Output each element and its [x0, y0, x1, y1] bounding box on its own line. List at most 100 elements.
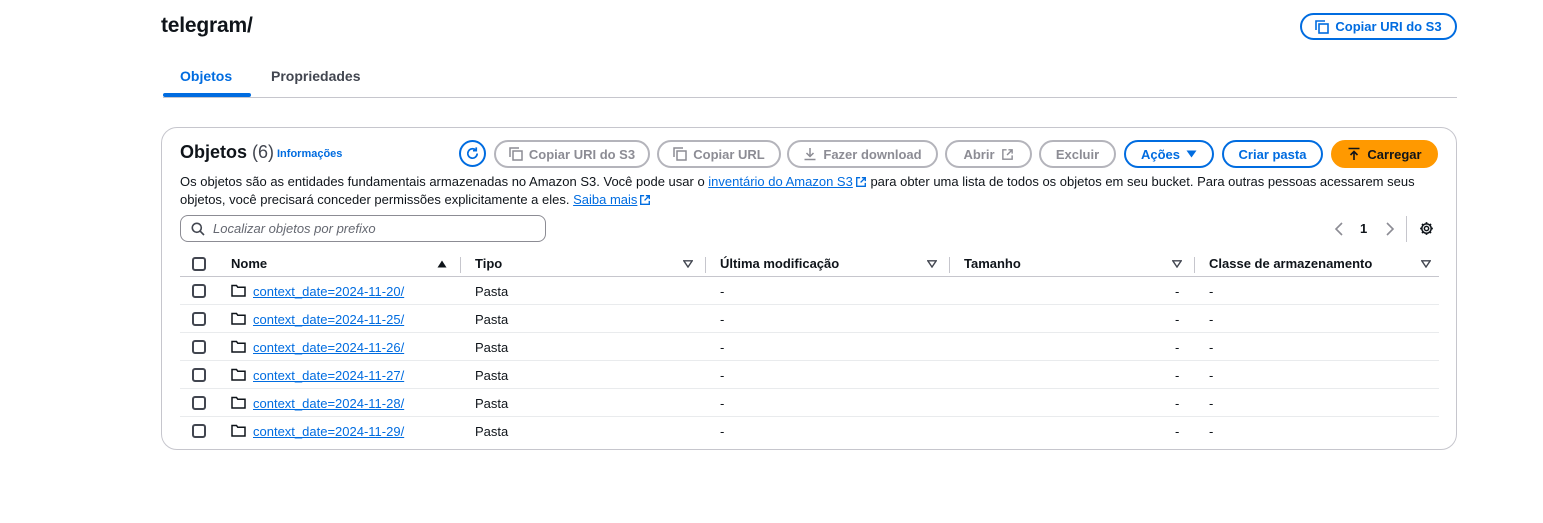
objects-panel-title: Objetos (6)	[180, 142, 274, 163]
object-size: -	[1175, 424, 1180, 439]
copy-uri-button[interactable]: Copiar URI do S3	[494, 140, 650, 168]
object-size: -	[1175, 396, 1180, 411]
object-name-link[interactable]: context_date=2024-11-25/	[253, 312, 404, 327]
tab-bar: Objetos Propriedades	[163, 62, 1457, 98]
row-checkbox[interactable]	[192, 284, 206, 298]
column-header-storage-class[interactable]: Classe de armazenamento	[1209, 256, 1372, 271]
download-icon	[804, 148, 816, 161]
object-type: Pasta	[475, 284, 509, 299]
table-header: Nome Tipo Última modificação Tamanho Cla…	[180, 253, 1439, 277]
settings-gear-icon[interactable]	[1419, 221, 1434, 236]
copy-url-label: Copiar URL	[693, 146, 765, 162]
object-size: -	[1175, 340, 1180, 355]
row-checkbox[interactable]	[192, 424, 206, 438]
tab-properties[interactable]: Propriedades	[271, 62, 360, 97]
sort-descending-icon[interactable]	[1421, 260, 1431, 268]
column-header-size[interactable]: Tamanho	[964, 256, 1021, 271]
upload-button[interactable]: Carregar	[1331, 140, 1438, 168]
copy-uri-label: Copiar URI do S3	[528, 146, 636, 162]
object-last-modified: -	[720, 368, 725, 383]
row-checkbox[interactable]	[192, 340, 206, 354]
page-title: telegram/	[161, 14, 253, 37]
row-checkbox[interactable]	[192, 368, 206, 382]
object-storage-class: -	[1209, 368, 1214, 383]
object-storage-class: -	[1209, 340, 1214, 355]
info-link[interactable]: Informações	[277, 148, 342, 160]
actions-dropdown[interactable]: Ações	[1124, 140, 1214, 168]
column-divider	[949, 257, 950, 273]
sort-descending-icon[interactable]	[927, 260, 937, 268]
delete-label: Excluir	[1055, 146, 1100, 162]
open-label: Abrir	[963, 146, 995, 162]
column-header-name[interactable]: Nome	[231, 256, 267, 271]
copy-s3-uri-button[interactable]: Copiar URI do S3	[1300, 13, 1457, 40]
search-input[interactable]	[213, 221, 533, 236]
table-row: context_date=2024-11-27/ Pasta - - -	[180, 361, 1439, 389]
external-link-icon	[855, 177, 866, 187]
object-last-modified: -	[720, 340, 725, 355]
folder-icon	[231, 424, 246, 437]
object-type: Pasta	[475, 424, 509, 439]
objects-panel: Objetos (6) Informações Copiar URI do S3…	[161, 127, 1457, 450]
actions-label: Ações	[1140, 146, 1181, 162]
table-row: context_date=2024-11-26/ Pasta - - -	[180, 333, 1439, 361]
copy-icon	[673, 147, 687, 161]
object-last-modified: -	[720, 396, 725, 411]
object-storage-class: -	[1209, 396, 1214, 411]
table-row: context_date=2024-11-20/ Pasta - - -	[180, 277, 1439, 305]
object-name-link[interactable]: context_date=2024-11-20/	[253, 284, 404, 299]
search-icon	[191, 222, 205, 236]
copy-url-button[interactable]: Copiar URL	[657, 140, 781, 168]
external-link-icon	[640, 195, 651, 205]
open-button[interactable]: Abrir	[945, 140, 1032, 168]
select-all-checkbox[interactable]	[192, 257, 206, 271]
object-type: Pasta	[475, 396, 509, 411]
description-text-1: Os objetos são as entidades fundamentais…	[180, 174, 709, 189]
current-page[interactable]: 1	[1360, 221, 1367, 236]
object-type: Pasta	[475, 340, 509, 355]
column-header-last-modified[interactable]: Última modificação	[720, 256, 839, 271]
object-name-link[interactable]: context_date=2024-11-28/	[253, 396, 404, 411]
folder-icon	[231, 340, 246, 353]
download-button[interactable]: Fazer download	[787, 140, 938, 168]
sort-descending-icon[interactable]	[1172, 260, 1182, 268]
object-size: -	[1175, 312, 1180, 327]
tab-objects[interactable]: Objetos	[180, 62, 232, 97]
object-storage-class: -	[1209, 312, 1214, 327]
folder-icon	[231, 312, 246, 325]
object-last-modified: -	[720, 312, 725, 327]
copy-icon	[509, 147, 523, 161]
table-row: context_date=2024-11-29/ Pasta - - -	[180, 417, 1439, 445]
create-folder-button[interactable]: Criar pasta	[1222, 140, 1323, 168]
external-link-icon	[1001, 148, 1013, 160]
download-label: Fazer download	[823, 146, 922, 162]
pager-divider	[1406, 216, 1407, 242]
chevron-right-icon[interactable]	[1385, 222, 1395, 236]
create-folder-label: Criar pasta	[1238, 146, 1307, 162]
object-name-link[interactable]: context_date=2024-11-27/	[253, 368, 404, 383]
object-name-link[interactable]: context_date=2024-11-29/	[253, 424, 404, 439]
delete-button[interactable]: Excluir	[1039, 140, 1116, 168]
sort-ascending-icon[interactable]	[437, 260, 447, 268]
upload-label: Carregar	[1367, 146, 1422, 162]
object-type: Pasta	[475, 312, 509, 327]
object-storage-class: -	[1209, 284, 1214, 299]
copy-s3-uri-label: Copiar URI do S3	[1335, 19, 1442, 34]
column-divider	[460, 257, 461, 273]
row-checkbox[interactable]	[192, 312, 206, 326]
object-last-modified: -	[720, 424, 725, 439]
object-name-link[interactable]: context_date=2024-11-26/	[253, 340, 404, 355]
table-row: context_date=2024-11-25/ Pasta - - -	[180, 305, 1439, 333]
sort-descending-icon[interactable]	[683, 260, 693, 268]
chevron-left-icon[interactable]	[1334, 222, 1344, 236]
refresh-button[interactable]	[459, 140, 486, 167]
learn-more-link[interactable]: Saiba mais	[573, 192, 637, 207]
column-header-type[interactable]: Tipo	[475, 256, 502, 271]
row-checkbox[interactable]	[192, 396, 206, 410]
column-divider	[705, 257, 706, 273]
refresh-icon	[467, 147, 479, 159]
table-row: context_date=2024-11-28/ Pasta - - -	[180, 389, 1439, 417]
inventory-link[interactable]: inventário do Amazon S3	[708, 174, 853, 189]
search-box	[180, 215, 546, 242]
object-size: -	[1175, 284, 1180, 299]
